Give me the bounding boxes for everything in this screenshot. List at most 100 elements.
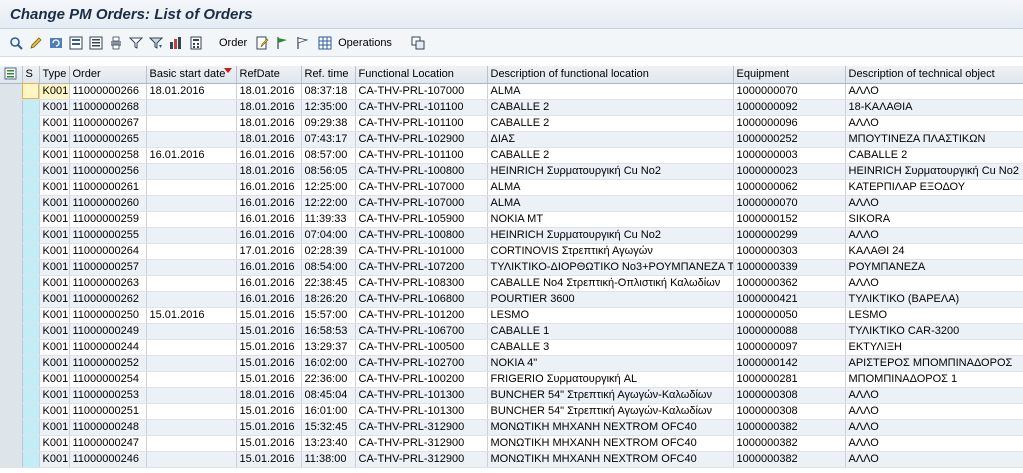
cell-order[interactable]: 11000000265 [69, 131, 147, 148]
cell-functional-location[interactable]: CA-THV-PRL-102900 [355, 131, 488, 148]
table-row[interactable]: K001 11000000248 15.01.2016 15:32:45 CA-THV-… [0, 419, 1023, 436]
table-row[interactable]: K001 11000000258 16.01.2016 16.01.2016 08:57… [0, 147, 1023, 164]
cell-functional-location[interactable]: CA-THV-PRL-101300 [355, 387, 488, 404]
cell-status[interactable] [22, 131, 40, 148]
cell-basic-start-date[interactable] [146, 131, 237, 148]
cell-status[interactable] [22, 419, 40, 436]
select-all-button[interactable] [0, 66, 23, 84]
cell-ref-time[interactable]: 12:25:00 [301, 179, 356, 196]
cell-refdate[interactable]: 16.01.2016 [236, 275, 302, 292]
cell-description-technical-object[interactable]: ΤΥΛΙΚΤΙΚΟ (ΒΑΡΕΛΑ) [845, 291, 1023, 308]
cell-functional-location[interactable]: CA-THV-PRL-312900 [355, 419, 488, 436]
cell-type[interactable]: K001 [39, 307, 70, 324]
row-selector[interactable] [0, 339, 23, 356]
cell-type[interactable]: K001 [39, 387, 70, 404]
cell-ref-time[interactable]: 22:36:00 [301, 371, 356, 388]
row-selector[interactable] [0, 211, 23, 228]
cell-refdate[interactable]: 15.01.2016 [236, 451, 302, 468]
table-row[interactable]: K001 11000000266 18.01.2016 18.01.2016 08:37… [0, 83, 1023, 100]
cell-status[interactable] [22, 83, 40, 100]
cell-ref-time[interactable]: 11:38:00 [301, 451, 356, 468]
cell-ref-time[interactable]: 08:57:00 [301, 147, 356, 164]
cell-functional-location[interactable]: CA-THV-PRL-107000 [355, 179, 488, 196]
cell-status[interactable] [22, 259, 40, 276]
cell-basic-start-date[interactable] [146, 275, 237, 292]
cell-description-technical-object[interactable]: ΚΑΤΕΡΠΙΛΑΡ ΕΞΟΔΟΥ [845, 179, 1023, 196]
cell-equipment[interactable]: 1000000003 [733, 147, 846, 164]
cell-basic-start-date[interactable] [146, 291, 237, 308]
cell-description-functional-location[interactable]: HEINRICH Συρματουργική Cu No2 [487, 163, 734, 180]
column-header-refdate[interactable]: RefDate [236, 66, 302, 84]
cell-ref-time[interactable]: 07:43:17 [301, 131, 356, 148]
cell-description-functional-location[interactable]: CABALLE 2 [487, 99, 734, 116]
cell-ref-time[interactable]: 09:29:38 [301, 115, 356, 132]
cell-description-technical-object[interactable]: ΚΑΛΑΘΙ 24 [845, 243, 1023, 260]
cell-type[interactable]: K001 [39, 419, 70, 436]
edit-icon[interactable] [27, 34, 44, 51]
row-selector[interactable] [0, 451, 23, 468]
cell-ref-time[interactable]: 08:56:05 [301, 163, 356, 180]
cell-equipment[interactable]: 1000000092 [733, 99, 846, 116]
row-selector[interactable] [0, 99, 23, 116]
cell-functional-location[interactable]: CA-THV-PRL-101100 [355, 147, 488, 164]
cell-basic-start-date[interactable] [146, 115, 237, 132]
table-row[interactable]: K001 11000000252 15.01.2016 16:02:00 CA-THV-… [0, 355, 1023, 372]
cell-equipment[interactable]: 1000000023 [733, 163, 846, 180]
cell-order[interactable]: 11000000253 [69, 387, 147, 404]
cell-refdate[interactable]: 15.01.2016 [236, 323, 302, 340]
cell-description-functional-location[interactable]: FRIGERIO Συρματουργική AL [487, 371, 734, 388]
cell-basic-start-date[interactable] [146, 371, 237, 388]
cell-equipment[interactable]: 1000000070 [733, 83, 846, 100]
cell-description-functional-location[interactable]: ΜΟΝΩΤΙΚΗ ΜΗΧΑΝΗ NEXTROM OFC40 [487, 435, 734, 452]
cell-type[interactable]: K001 [39, 259, 70, 276]
cell-type[interactable]: K001 [39, 355, 70, 372]
cell-basic-start-date[interactable] [146, 195, 237, 212]
cell-status[interactable] [22, 451, 40, 468]
order-button[interactable]: Order [216, 37, 250, 49]
cell-functional-location[interactable]: CA-THV-PRL-312900 [355, 451, 488, 468]
row-selector[interactable] [0, 259, 23, 276]
cell-basic-start-date[interactable] [146, 259, 237, 276]
cell-equipment[interactable]: 1000000096 [733, 115, 846, 132]
column-header-type[interactable]: Type [39, 66, 70, 84]
row-selector[interactable] [0, 179, 23, 196]
filter-down-icon[interactable] [147, 34, 164, 51]
cell-order[interactable]: 11000000261 [69, 179, 147, 196]
cell-status[interactable] [22, 243, 40, 260]
cell-equipment[interactable]: 1000000308 [733, 387, 846, 404]
cell-ref-time[interactable]: 07:04:00 [301, 227, 356, 244]
cell-functional-location[interactable]: CA-THV-PRL-100500 [355, 339, 488, 356]
cell-equipment[interactable]: 1000000299 [733, 227, 846, 244]
cell-type[interactable]: K001 [39, 451, 70, 468]
cell-description-functional-location[interactable]: POURTIER 3600 [487, 291, 734, 308]
row-selector[interactable] [0, 131, 23, 148]
column-header-status[interactable]: S [22, 66, 40, 84]
cell-order[interactable]: 11000000268 [69, 99, 147, 116]
cell-description-technical-object[interactable]: ΤΥΛΙΚΤΙΚΟ CAR-3200 [845, 323, 1023, 340]
select-icon[interactable] [67, 34, 84, 51]
cell-equipment[interactable]: 1000000252 [733, 131, 846, 148]
cell-basic-start-date[interactable] [146, 435, 237, 452]
cell-equipment[interactable]: 1000000382 [733, 451, 846, 468]
table-row[interactable]: K001 11000000264 17.01.2016 02:28:39 CA-THV-… [0, 243, 1023, 260]
cell-description-functional-location[interactable]: ALMA [487, 83, 734, 100]
column-header-equipment[interactable]: Equipment [733, 66, 846, 84]
cell-refdate[interactable]: 15.01.2016 [236, 371, 302, 388]
table-row[interactable]: K001 11000000263 16.01.2016 22:38:45 CA-THV-… [0, 275, 1023, 292]
cell-description-technical-object[interactable]: HEINRICH Συρματουργική Cu No2 [845, 163, 1023, 180]
cell-basic-start-date[interactable] [146, 403, 237, 420]
row-selector[interactable] [0, 83, 23, 100]
cell-equipment[interactable]: 1000000088 [733, 323, 846, 340]
cell-refdate[interactable]: 18.01.2016 [236, 163, 302, 180]
table-row[interactable]: K001 11000000250 15.01.2016 15.01.2016 15:57… [0, 307, 1023, 324]
cell-order[interactable]: 11000000256 [69, 163, 147, 180]
cell-status[interactable] [22, 387, 40, 404]
cell-equipment[interactable]: 1000000421 [733, 291, 846, 308]
complete-flag-icon[interactable] [293, 34, 310, 51]
cell-description-technical-object[interactable]: ΑΛΛΟ [845, 387, 1023, 404]
cell-order[interactable]: 11000000259 [69, 211, 147, 228]
details-icon[interactable] [7, 34, 24, 51]
cell-functional-location[interactable]: CA-THV-PRL-105900 [355, 211, 488, 228]
cell-type[interactable]: K001 [39, 243, 70, 260]
cell-equipment[interactable]: 1000000362 [733, 275, 846, 292]
